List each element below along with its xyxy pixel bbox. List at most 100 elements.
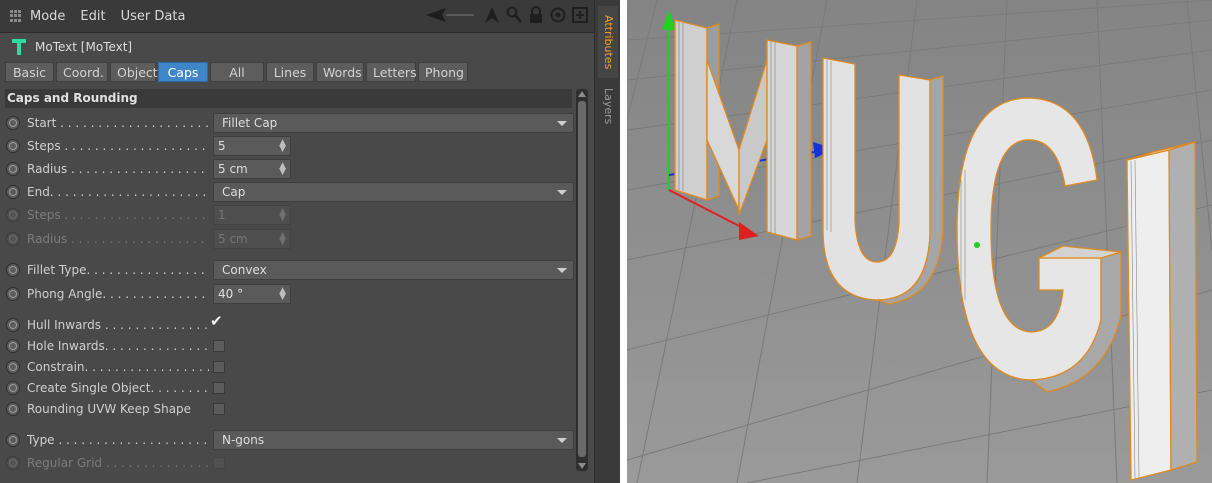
stepper-value: 40 ° <box>218 287 244 301</box>
object-name: MoText [MoText] <box>35 40 133 54</box>
param-type: Type . . . . . . . . . . . . . . . . . .… <box>6 429 574 451</box>
rounding-uvw-checkbox[interactable] <box>213 403 225 415</box>
start-dropdown[interactable]: Fillet Cap <box>213 113 574 133</box>
tab-caps[interactable]: Caps <box>158 62 208 82</box>
menu-edit[interactable]: Edit <box>80 9 105 24</box>
keyframe-icon[interactable] <box>6 318 20 332</box>
chevron-down-icon <box>557 121 567 126</box>
param-label: Radius . . . . . . . . . . . . . . . . .… <box>27 232 209 246</box>
keyframe-icon[interactable] <box>6 287 20 301</box>
tab-object[interactable]: Object <box>110 62 158 82</box>
scrollbar-thumb[interactable] <box>578 101 586 457</box>
hull-inwards-checkbox[interactable]: ✔ <box>210 312 223 330</box>
dropdown-value: Convex <box>222 263 267 277</box>
target-icon[interactable] <box>550 6 566 24</box>
up-arrow-icon[interactable] <box>484 6 500 24</box>
menu-user-data[interactable]: User Data <box>121 9 186 24</box>
stepper-value: 1 <box>218 208 226 222</box>
toolbar <box>424 6 588 24</box>
menu-bar: Mode Edit User Data <box>0 0 594 33</box>
viewport-scene[interactable] <box>627 0 1212 483</box>
type-dropdown[interactable]: N-gons <box>213 430 574 450</box>
end-steps-stepper: 1 ▲ ▼ <box>213 205 291 225</box>
keyframe-icon[interactable] <box>6 402 20 416</box>
param-constrain: Constrain. . . . . . . . . . . . . . . .… <box>6 356 225 378</box>
lock-icon[interactable] <box>528 6 544 24</box>
section-caps-and-rounding: Caps and Rounding <box>5 89 572 108</box>
param-label: Regular Grid . . . . . . . . . . . . . . <box>27 456 209 470</box>
keyframe-icon[interactable] <box>6 116 20 130</box>
letter-m-right <box>766 39 798 241</box>
dropdown-value: N-gons <box>222 433 265 447</box>
param-end: End. . . . . . . . . . . . . . . . . . .… <box>6 181 574 203</box>
param-fillet-type: Fillet Type. . . . . . . . . . . . . . .… <box>6 259 574 281</box>
motext-icon <box>12 39 26 55</box>
new-panel-icon[interactable] <box>572 6 588 24</box>
param-end-radius: Radius . . . . . . . . . . . . . . . . .… <box>6 228 291 250</box>
tab-phong[interactable]: Phong <box>418 62 468 82</box>
scroll-down-icon[interactable] <box>578 463 586 469</box>
keyframe-icon[interactable] <box>6 381 20 395</box>
param-label: Hole Inwards. . . . . . . . . . . . . . … <box>27 339 209 353</box>
keyframe-icon[interactable] <box>6 433 20 447</box>
param-label: End. . . . . . . . . . . . . . . . . . .… <box>27 185 209 199</box>
tab-basic[interactable]: Basic <box>5 62 54 82</box>
menu-mode[interactable]: Mode <box>30 9 65 24</box>
side-tab-layers[interactable]: Layers <box>598 84 618 128</box>
keyframe-icon[interactable] <box>6 339 20 353</box>
tab-all[interactable]: All <box>210 62 264 82</box>
dropdown-value: Cap <box>222 185 246 199</box>
hole-inwards-checkbox[interactable] <box>213 340 225 352</box>
keyframe-icon[interactable] <box>6 139 20 153</box>
keyframe-icon[interactable] <box>6 185 20 199</box>
keyframe-icon[interactable] <box>6 360 20 374</box>
dropdown-value: Fillet Cap <box>222 116 278 130</box>
param-label: Steps . . . . . . . . . . . . . . . . . … <box>27 208 209 222</box>
back-arrow-icon[interactable] <box>424 6 478 24</box>
side-tab-attributes[interactable]: Attributes <box>598 6 618 78</box>
param-label: Radius . . . . . . . . . . . . . . . . .… <box>27 162 209 176</box>
regular-grid-checkbox <box>213 457 225 469</box>
side-tabs: Attributes Layers <box>594 0 620 483</box>
fillet-type-dropdown[interactable]: Convex <box>213 260 574 280</box>
radius-stepper[interactable]: 5 cm ▲ ▼ <box>213 159 291 179</box>
keyframe-icon[interactable] <box>6 263 20 277</box>
spinner-arrows-icon[interactable]: ▲ ▼ <box>279 162 286 177</box>
scroll-up-icon[interactable] <box>578 91 586 97</box>
tab-lines[interactable]: Lines <box>266 62 314 82</box>
param-phong-angle: Phong Angle. . . . . . . . . . . . . . .… <box>6 283 291 305</box>
param-regular-grid: Regular Grid . . . . . . . . . . . . . . <box>6 452 225 474</box>
spinner-arrows-icon[interactable]: ▲ ▼ <box>279 287 286 302</box>
tab-words[interactable]: Words <box>316 62 364 82</box>
panel-grip-icon[interactable] <box>10 10 22 22</box>
letter-m-right-side <box>796 41 812 241</box>
chevron-down-icon <box>557 438 567 443</box>
end-dropdown[interactable]: Cap <box>213 182 574 202</box>
param-label: Fillet Type. . . . . . . . . . . . . . .… <box>27 263 209 277</box>
chevron-down-icon <box>557 190 567 195</box>
keyframe-icon[interactable] <box>6 162 20 176</box>
end-radius-stepper: 5 cm ▲ ▼ <box>213 229 291 249</box>
param-hole-inwards: Hole Inwards. . . . . . . . . . . . . . … <box>6 335 225 357</box>
tab-coord[interactable]: Coord. <box>56 62 108 82</box>
constrain-checkbox[interactable] <box>213 361 225 373</box>
tab-letters[interactable]: Letters <box>366 62 417 82</box>
letter-i-side <box>1168 141 1198 471</box>
vertical-scrollbar[interactable] <box>576 89 588 471</box>
create-single-object-checkbox[interactable] <box>213 382 225 394</box>
param-label: Hull Inwards . . . . . . . . . . . . . . <box>27 318 208 332</box>
phong-angle-stepper[interactable]: 40 ° ▲ ▼ <box>213 284 291 304</box>
pivot-point[interactable] <box>974 242 980 248</box>
3d-viewport[interactable] <box>627 0 1212 483</box>
param-create-single-object: Create Single Object. . . . . . . . <box>6 377 225 399</box>
spinner-arrows-icon[interactable]: ▲ ▼ <box>279 139 286 154</box>
letter-i <box>1126 149 1172 481</box>
param-label: Phong Angle. . . . . . . . . . . . . . . <box>27 287 209 301</box>
param-start: Start . . . . . . . . . . . . . . . . . … <box>6 112 574 134</box>
steps-stepper[interactable]: 5 ▲ ▼ <box>213 136 291 156</box>
search-icon[interactable] <box>506 6 522 24</box>
param-hull-inwards: Hull Inwards . . . . . . . . . . . . . .… <box>6 312 223 336</box>
param-label: Type . . . . . . . . . . . . . . . . . .… <box>27 433 209 447</box>
param-steps: Steps . . . . . . . . . . . . . . . . . … <box>6 135 291 157</box>
param-end-steps: Steps . . . . . . . . . . . . . . . . . … <box>6 204 291 226</box>
